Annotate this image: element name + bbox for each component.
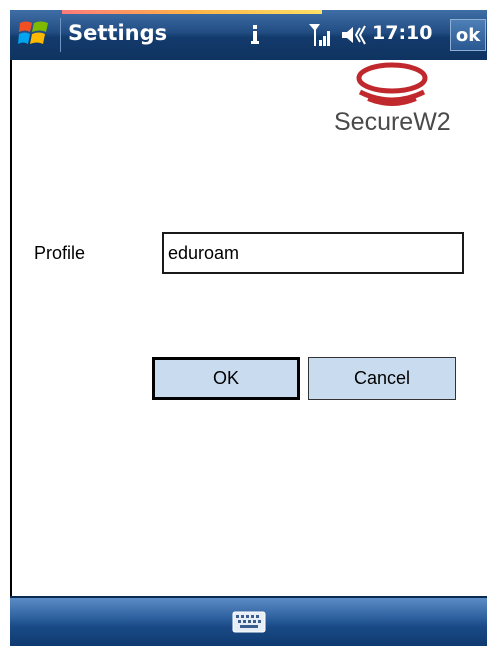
title-bar: Settings 17:10 ok (10, 10, 487, 60)
clock-time[interactable]: 17:10 (372, 22, 432, 44)
logo-text: SecureW2 (334, 108, 451, 136)
speaker-icon[interactable] (340, 22, 368, 48)
windows-start-icon (17, 17, 51, 53)
title-divider (60, 18, 61, 52)
bottom-menu-bar (10, 596, 487, 646)
signal-icon[interactable] (308, 22, 334, 48)
profile-label: Profile (34, 243, 86, 263)
logo-mark (356, 62, 428, 106)
info-icon[interactable] (248, 22, 262, 48)
start-button[interactable] (14, 15, 54, 55)
profile-input[interactable] (162, 232, 464, 274)
cancel-button[interactable]: Cancel (308, 357, 456, 400)
ok-title-button[interactable]: ok (450, 19, 486, 51)
keyboard-icon[interactable] (232, 611, 266, 633)
device-screen: Settings 17:10 ok SecureW2 Profile eduro… (0, 0, 487, 646)
page-title: Settings (68, 21, 168, 45)
securew2-logo: SecureW2 (330, 62, 487, 152)
ok-button[interactable]: OK (152, 357, 300, 400)
settings-content: SecureW2 Profile OK Cancel (10, 60, 487, 596)
